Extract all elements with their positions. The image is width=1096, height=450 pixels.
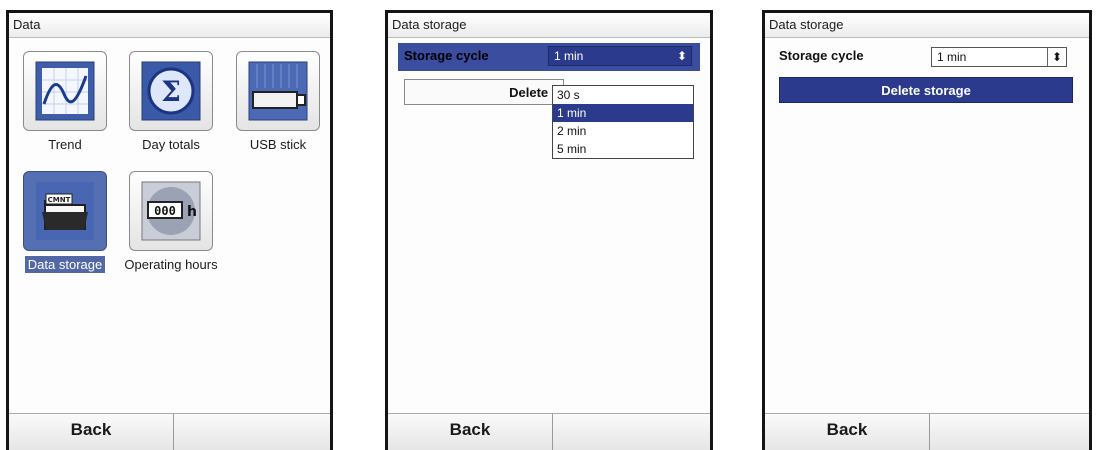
storage-cycle-row[interactable]: Storage cycle 1 min ⬍ — [773, 43, 1081, 71]
svg-text:h: h — [187, 204, 197, 220]
select-value: 1 min — [554, 49, 584, 63]
delete-storage-button[interactable]: Delete s — [404, 79, 564, 105]
tile-day-totals-frame: Σ — [129, 51, 213, 131]
softkey-bar: Back — [388, 413, 710, 450]
tile-trend-frame — [23, 51, 107, 131]
tile-trend[interactable]: Trend — [11, 51, 119, 152]
tile-label: USB stick — [249, 137, 307, 152]
svg-text:CMNT: CMNT — [48, 196, 71, 204]
back-softkey[interactable]: Back — [388, 414, 553, 450]
screen-title: Data — [9, 13, 330, 38]
back-softkey[interactable]: Back — [765, 414, 930, 450]
data-storage-screen: Data storage Storage cycle 1 min ⬍ Delet… — [762, 10, 1092, 450]
back-softkey[interactable]: Back — [9, 414, 174, 450]
storage-cycle-select[interactable]: 1 min ⬍ — [548, 46, 692, 66]
tile-label: Data storage — [24, 256, 106, 273]
right-softkey[interactable] — [930, 414, 1089, 450]
tile-label: Trend — [48, 137, 82, 152]
tile-day-totals[interactable]: Σ Day totals — [117, 51, 225, 152]
screen-title: Data storage — [765, 13, 1089, 38]
tile-label: Day totals — [142, 137, 200, 152]
dropdown-option[interactable]: 2 min — [553, 122, 693, 140]
screen-title: Data storage — [388, 13, 710, 38]
tile-operating-hours[interactable]: 000 h Operating hours — [117, 171, 225, 272]
right-softkey[interactable] — [553, 414, 710, 450]
tile-data-storage-frame: CMNT — [23, 171, 107, 251]
updown-chevron-icon: ⬍ — [676, 49, 687, 63]
svg-text:Σ: Σ — [161, 75, 181, 108]
select-value: 1 min — [937, 50, 967, 64]
dropdown-option[interactable]: 30 s — [553, 86, 693, 104]
storage-cycle-select[interactable]: 1 min ⬍ — [931, 47, 1067, 67]
trend-icon — [35, 61, 95, 121]
storage-cycle-dropdown-list: 30 s 1 min 2 min 5 min — [552, 85, 694, 159]
dropdown-option-selected[interactable]: 1 min — [553, 104, 693, 122]
tile-label: Operating hours — [124, 257, 218, 272]
usb-stick-icon — [248, 61, 308, 121]
folder-icon: CMNT — [36, 182, 94, 240]
tile-usb-stick-frame — [236, 51, 320, 131]
tile-usb-stick[interactable]: USB stick — [224, 51, 330, 152]
sigma-icon: Σ — [141, 61, 201, 121]
storage-cycle-label: Storage cycle — [404, 48, 489, 63]
updown-chevron-icon: ⬍ — [1046, 48, 1062, 66]
data-storage-screen-dropdown-open: Data storage Storage cycle 1 min ⬍ Delet… — [385, 10, 713, 450]
softkey-bar: Back — [9, 413, 330, 450]
data-menu-screen: Data Trend Σ Day totals USB stick CMNT D… — [6, 10, 333, 450]
tile-operating-hours-frame: 000 h — [129, 171, 213, 251]
delete-storage-button[interactable]: Delete storage — [779, 77, 1073, 103]
storage-cycle-label: Storage cycle — [779, 48, 864, 63]
svg-text:000: 000 — [154, 204, 176, 218]
tile-data-storage[interactable]: CMNT Data storage — [11, 171, 119, 274]
right-softkey[interactable] — [174, 414, 330, 450]
dropdown-option[interactable]: 5 min — [553, 140, 693, 158]
softkey-bar: Back — [765, 413, 1089, 450]
hour-counter-icon: 000 h — [141, 181, 201, 241]
storage-cycle-row[interactable]: Storage cycle 1 min ⬍ — [398, 43, 700, 71]
